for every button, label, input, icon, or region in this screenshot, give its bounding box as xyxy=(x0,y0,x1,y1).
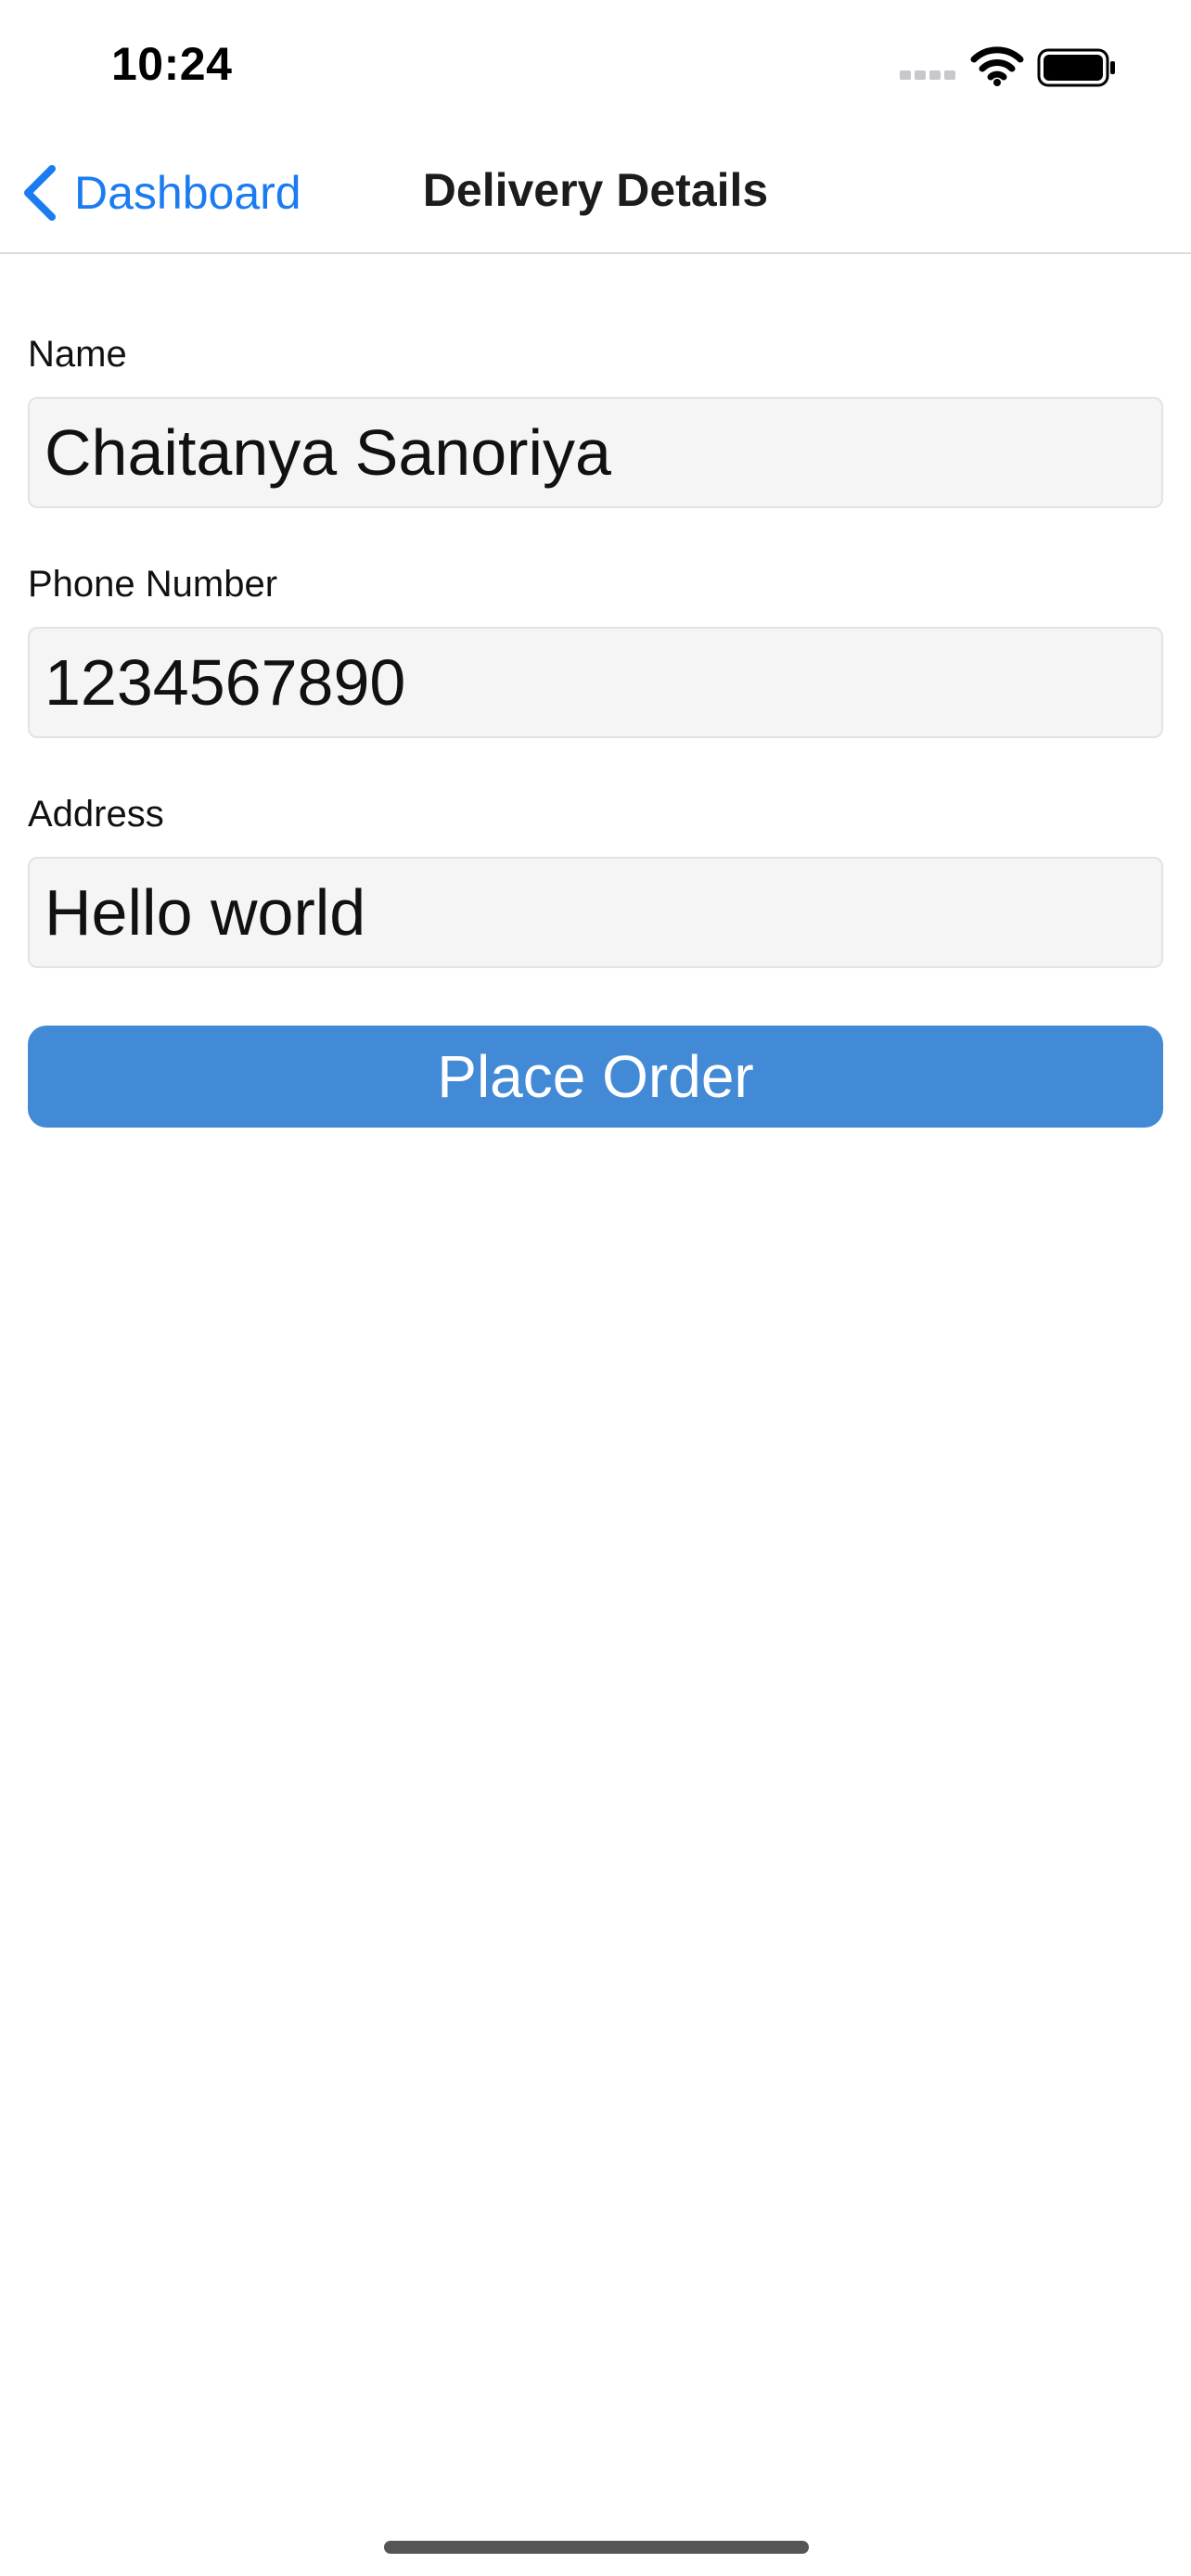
address-field-group: Address xyxy=(28,794,1163,1024)
name-field-group: Name xyxy=(28,334,1163,564)
page-title: Delivery Details xyxy=(422,164,769,216)
home-indicator xyxy=(384,2541,809,2554)
phone-field-group: Phone Number xyxy=(28,564,1163,794)
address-label: Address xyxy=(28,794,164,835)
navigation-bar: Dashboard Delivery Details xyxy=(0,130,1191,254)
status-time: 10:24 xyxy=(111,38,233,90)
phone-input[interactable] xyxy=(28,627,1163,738)
name-label: Name xyxy=(28,334,127,375)
name-input[interactable] xyxy=(28,397,1163,508)
wifi-icon xyxy=(970,46,1024,86)
address-input[interactable] xyxy=(28,857,1163,968)
battery-icon xyxy=(1037,48,1115,87)
cellular-signal-icon xyxy=(900,70,955,80)
place-order-button[interactable]: Place Order xyxy=(28,1026,1163,1128)
delivery-form: Name Phone Number Address xyxy=(28,334,1163,1024)
status-bar: 10:24 xyxy=(0,0,1191,130)
phone-label: Phone Number xyxy=(28,564,278,605)
